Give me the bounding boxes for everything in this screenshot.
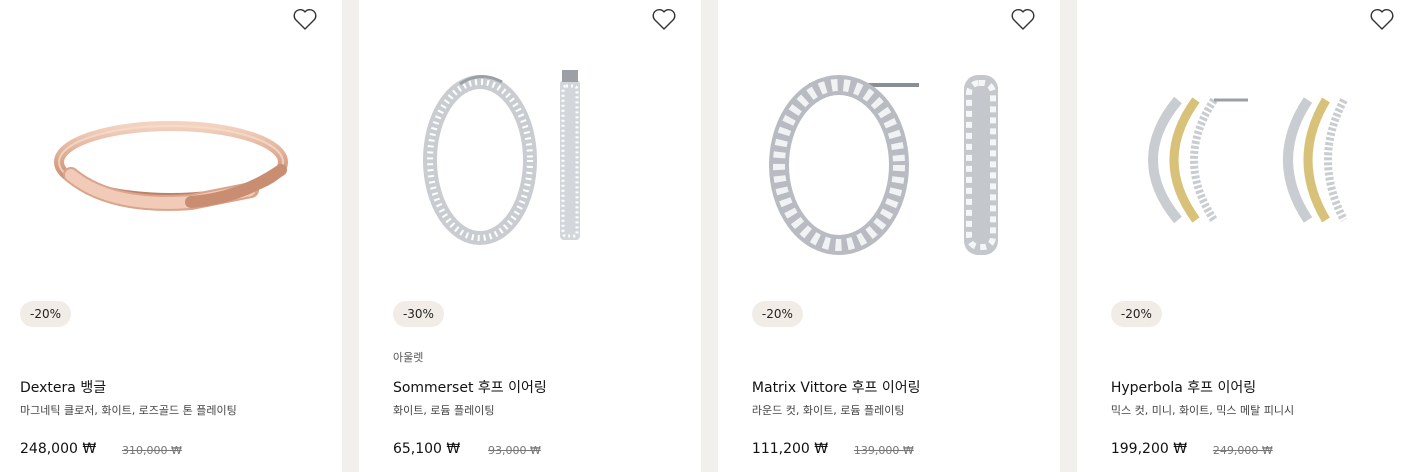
product-name[interactable]: Hyperbola 후프 이어링 bbox=[1111, 377, 1256, 397]
card-separator bbox=[701, 0, 718, 472]
product-grid: -20% Dextera 뱅글 마그네틱 클로저, 화이트, 로즈골드 톤 플레… bbox=[0, 0, 1419, 472]
discount-badge: -20% bbox=[20, 301, 72, 327]
sale-price: 248,000 ₩ bbox=[20, 441, 97, 457]
product-name[interactable]: Matrix Vittore 후프 이어링 bbox=[752, 377, 921, 397]
product-card[interactable]: -20% Matrix Vittore 후프 이어링 라운드 컷, 화이트, 로… bbox=[717, 0, 1061, 472]
product-card[interactable]: -20% Hyperbola 후프 이어링 믹스 컷, 미니, 화이트, 믹스 … bbox=[1076, 0, 1419, 472]
original-price: 139,000 ₩ bbox=[853, 444, 914, 457]
product-image[interactable] bbox=[1077, 40, 1419, 280]
outlet-tag: 아울렛 bbox=[392, 351, 424, 364]
product-card[interactable]: -30% 아울렛 Sommerset 후프 이어링 화이트, 로듐 플레이팅 6… bbox=[358, 0, 702, 472]
sale-price: 199,200 ₩ bbox=[1110, 441, 1188, 457]
wishlist-heart-icon[interactable] bbox=[1369, 7, 1395, 31]
wishlist-heart-icon[interactable] bbox=[1010, 7, 1036, 31]
card-separator bbox=[1060, 0, 1077, 472]
original-price: 249,000 ₩ bbox=[1212, 444, 1273, 457]
discount-badge: -30% bbox=[392, 301, 444, 327]
sale-price: 65,100 ₩ bbox=[392, 441, 461, 457]
product-image[interactable] bbox=[0, 40, 342, 280]
multi-hoop-icon bbox=[1148, 96, 1348, 224]
product-description: 라운드 컷, 화이트, 로듐 플레이팅 bbox=[751, 404, 905, 417]
product-image[interactable] bbox=[359, 40, 701, 280]
product-description: 화이트, 로듐 플레이팅 bbox=[392, 404, 495, 417]
bangle-icon bbox=[54, 121, 289, 211]
hoop-earring-icon bbox=[423, 70, 581, 245]
crystal-hoop-icon bbox=[768, 75, 998, 255]
discount-badge: -20% bbox=[751, 301, 803, 327]
product-name[interactable]: Sommerset 후프 이어링 bbox=[393, 377, 547, 397]
original-price: 93,000 ₩ bbox=[487, 444, 541, 457]
product-name[interactable]: Dextera 뱅글 bbox=[20, 377, 106, 397]
original-price: 310,000 ₩ bbox=[122, 444, 182, 457]
discount-badge: -20% bbox=[1110, 301, 1162, 327]
product-description: 믹스 컷, 미니, 화이트, 믹스 메탈 피니시 bbox=[1110, 404, 1295, 417]
product-card[interactable]: -20% Dextera 뱅글 마그네틱 클로저, 화이트, 로즈골드 톤 플레… bbox=[0, 0, 343, 472]
sale-price: 111,200 ₩ bbox=[751, 441, 829, 457]
wishlist-heart-icon[interactable] bbox=[292, 7, 318, 31]
card-separator bbox=[342, 0, 359, 472]
product-image[interactable] bbox=[718, 40, 1060, 280]
wishlist-heart-icon[interactable] bbox=[651, 7, 677, 31]
product-description: 마그네틱 클로저, 화이트, 로즈골드 톤 플레이팅 bbox=[20, 404, 237, 417]
